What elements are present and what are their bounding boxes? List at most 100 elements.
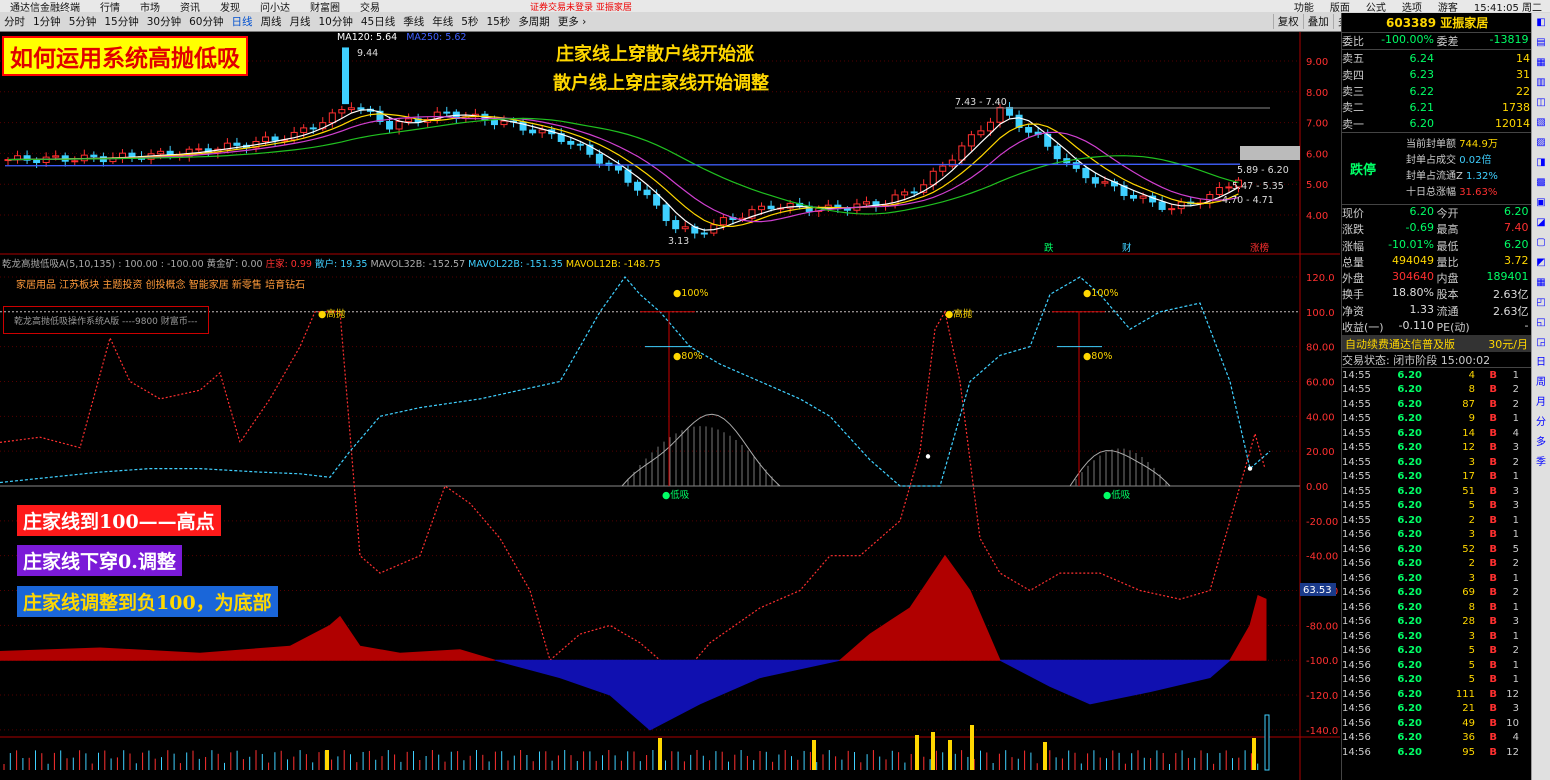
period-tab-13[interactable]: 5秒 xyxy=(457,14,482,29)
sidebar-period-多[interactable]: 多 xyxy=(1532,433,1550,453)
tick-row: 14:56 6.20 2 B 2 xyxy=(1342,557,1531,572)
right-sidebar: ◧ ▤ ▦ ▥ ◫ ▧ ▨ ◨ ▩ ▣ ◪ ▢ ◩ ▦ ◰ ◱ ◲ 日周月分多季 xyxy=(1531,13,1550,780)
volume-spike xyxy=(970,725,974,770)
tick-price: 6.20 xyxy=(1397,413,1422,425)
period-tab-7[interactable]: 周线 xyxy=(257,14,286,29)
candle-body xyxy=(157,150,165,155)
sidebar-period-季[interactable]: 季 xyxy=(1532,453,1550,473)
tick-list[interactable]: 14:55 6.20 4 B 1 14:55 6.20 8 B 2 14:55 6.20 87 B 2 14:… xyxy=(1342,368,1531,760)
tick-side: B xyxy=(1489,485,1497,497)
sidebar-tool-icon[interactable]: ▣ xyxy=(1532,193,1550,213)
stat-value: 1.33 xyxy=(1409,302,1435,316)
period-tab-15[interactable]: 多周期 xyxy=(514,14,554,29)
sidebar-tool-icon[interactable]: ◱ xyxy=(1532,313,1550,333)
price-tick-label: 4.00 xyxy=(1306,211,1328,222)
period-tab-10[interactable]: 45日线 xyxy=(357,14,399,29)
period-tab-3[interactable]: 15分钟 xyxy=(100,14,142,29)
tick-count: 3 xyxy=(1512,703,1519,715)
tick-count: 12 xyxy=(1506,688,1519,700)
sidebar-tool-icon[interactable]: ▦ xyxy=(1532,53,1550,73)
tick-time: 14:56 xyxy=(1342,659,1371,671)
login-warning[interactable]: 证券交易未登录 亚振家居 xyxy=(530,0,632,13)
ask-row[interactable]: 卖二 6.21 1738 xyxy=(1342,99,1531,115)
sidebar-tool-icon[interactable]: ▢ xyxy=(1532,233,1550,253)
indicator-sanhu: 散户: 19.35 xyxy=(314,259,368,270)
candle-body xyxy=(1006,106,1014,116)
ask-label: 卖二 xyxy=(1342,101,1364,115)
renewal-notice[interactable]: 自动续费通达信普及版 30元/月 xyxy=(1342,335,1531,353)
tick-volume: 87 xyxy=(1462,398,1475,410)
indicator-mavol32: MAVOL32B: -152.57 xyxy=(370,259,466,270)
sidebar-period-月[interactable]: 月 xyxy=(1532,393,1550,413)
trade-state: 交易状态: 闭市阶段 15:00:02 xyxy=(1342,352,1531,369)
indicator-tick-label: 20.00 xyxy=(1306,447,1335,458)
ask-row[interactable]: 卖三 6.22 22 xyxy=(1342,83,1531,99)
stat-row: 总量 494049 量比 3.72 xyxy=(1342,254,1531,270)
sidebar-tool-icon[interactable]: ▩ xyxy=(1532,173,1550,193)
tick-time: 14:55 xyxy=(1342,485,1371,497)
sidebar-tool-icon[interactable]: ◧ xyxy=(1532,13,1550,33)
indicator-name[interactable]: 乾龙高抛低吸A(5,10,135) xyxy=(2,259,115,270)
indicator-tick-label: 40.00 xyxy=(1306,412,1335,423)
candle-body xyxy=(357,107,365,110)
tick-time: 14:56 xyxy=(1342,601,1371,613)
tick-price: 6.20 xyxy=(1397,674,1422,686)
period-tab-2[interactable]: 5分钟 xyxy=(65,14,101,29)
stat-key: 收益(一) xyxy=(1342,321,1384,334)
tick-side: B xyxy=(1489,384,1497,396)
sidebar-tool-icon[interactable]: ◩ xyxy=(1532,253,1550,273)
candle-body xyxy=(1025,126,1033,133)
sidebar-tool-icon[interactable]: ◫ xyxy=(1532,93,1550,113)
candle-body xyxy=(700,232,708,235)
sidebar-tool-icon[interactable]: ▧ xyxy=(1532,113,1550,133)
tick-count: 3 xyxy=(1512,485,1519,497)
candle-body xyxy=(490,119,498,126)
toolbar-action-0[interactable]: 复权 xyxy=(1272,14,1303,29)
sidebar-period-日[interactable]: 日 xyxy=(1532,353,1550,373)
period-tab-8[interactable]: 月线 xyxy=(286,14,315,29)
period-tab-0[interactable]: 分时 xyxy=(0,14,29,29)
sidebar-period-分[interactable]: 分 xyxy=(1532,413,1550,433)
sidebar-tool-icon[interactable]: ▤ xyxy=(1532,33,1550,53)
sidebar-tool-icon[interactable]: ▥ xyxy=(1532,73,1550,93)
sidebar-tool-icon[interactable]: ◲ xyxy=(1532,333,1550,353)
tick-volume: 69 xyxy=(1462,587,1475,599)
ma-line-magenta xyxy=(7,115,1239,223)
stat-key: 外盘 xyxy=(1342,272,1364,286)
candle-body xyxy=(538,129,546,134)
period-tab-11[interactable]: 季线 xyxy=(399,14,428,29)
concept-tags[interactable]: 家居用品 江苏板块 主题投资 创投概念 智能家居 新零售 培育钻石 xyxy=(16,276,305,291)
candle-body xyxy=(634,181,642,191)
tick-row: 14:55 6.20 17 B 1 xyxy=(1342,470,1531,485)
sidebar-tool-icon[interactable]: ◰ xyxy=(1532,293,1550,313)
sidebar-tool-icon[interactable]: ▨ xyxy=(1532,133,1550,153)
stat-value: 18.80% xyxy=(1392,286,1434,300)
sidebar-period-周[interactable]: 周 xyxy=(1532,373,1550,393)
tick-row: 14:56 6.20 28 B 3 xyxy=(1342,615,1531,630)
period-tab-14[interactable]: 15秒 xyxy=(482,14,514,29)
ask-row[interactable]: 卖一 6.20 12014 xyxy=(1342,115,1531,131)
weicha-value: -13819 xyxy=(1489,33,1529,47)
tick-price: 6.20 xyxy=(1397,398,1422,410)
period-tab-4[interactable]: 30分钟 xyxy=(143,14,185,29)
period-tab-5[interactable]: 60分钟 xyxy=(185,14,227,29)
ask-row[interactable]: 卖五 6.24 14 xyxy=(1342,50,1531,66)
period-tab-6[interactable]: 日线 xyxy=(228,14,257,29)
period-tab-12[interactable]: 年线 xyxy=(428,14,457,29)
tick-price: 6.20 xyxy=(1397,717,1422,729)
ma-line-white xyxy=(7,109,1239,231)
sidebar-tool-icon[interactable]: ◪ xyxy=(1532,213,1550,233)
period-tab-9[interactable]: 10分钟 xyxy=(315,14,357,29)
period-tab-16[interactable]: 更多 › xyxy=(554,14,591,29)
chart-canvas[interactable]: 9.00 8.00 7.00 6.00 5.00 4.00 120.0 100.0 80.00 6… xyxy=(0,32,1340,780)
stock-code-name[interactable]: 603389 亚振家居 xyxy=(1386,14,1488,31)
sidebar-tool-icon[interactable]: ▦ xyxy=(1532,273,1550,293)
toolbar-action-1[interactable]: 叠加 xyxy=(1302,14,1333,29)
period-tab-1[interactable]: 1分钟 xyxy=(29,14,65,29)
tick-count: 5 xyxy=(1512,543,1519,555)
tick-volume: 51 xyxy=(1462,485,1475,497)
sidebar-tool-icon[interactable]: ◨ xyxy=(1532,153,1550,173)
tick-row: 14:56 6.20 49 B 10 xyxy=(1342,716,1531,731)
ask-row[interactable]: 卖四 6.23 31 xyxy=(1342,67,1531,83)
fengdan-v1: 744.9万 xyxy=(1459,138,1498,150)
